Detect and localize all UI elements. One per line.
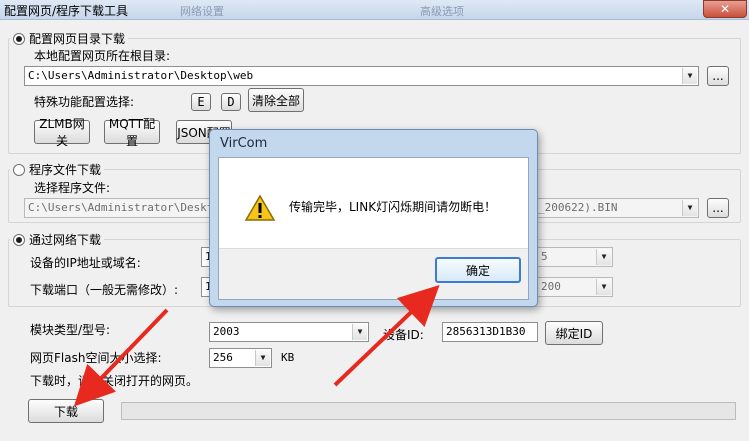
arrow-to-ok-button-icon: [333, 284, 440, 387]
arrow-to-download-button-icon: [73, 308, 169, 407]
annotation-arrows: [73, 284, 440, 407]
